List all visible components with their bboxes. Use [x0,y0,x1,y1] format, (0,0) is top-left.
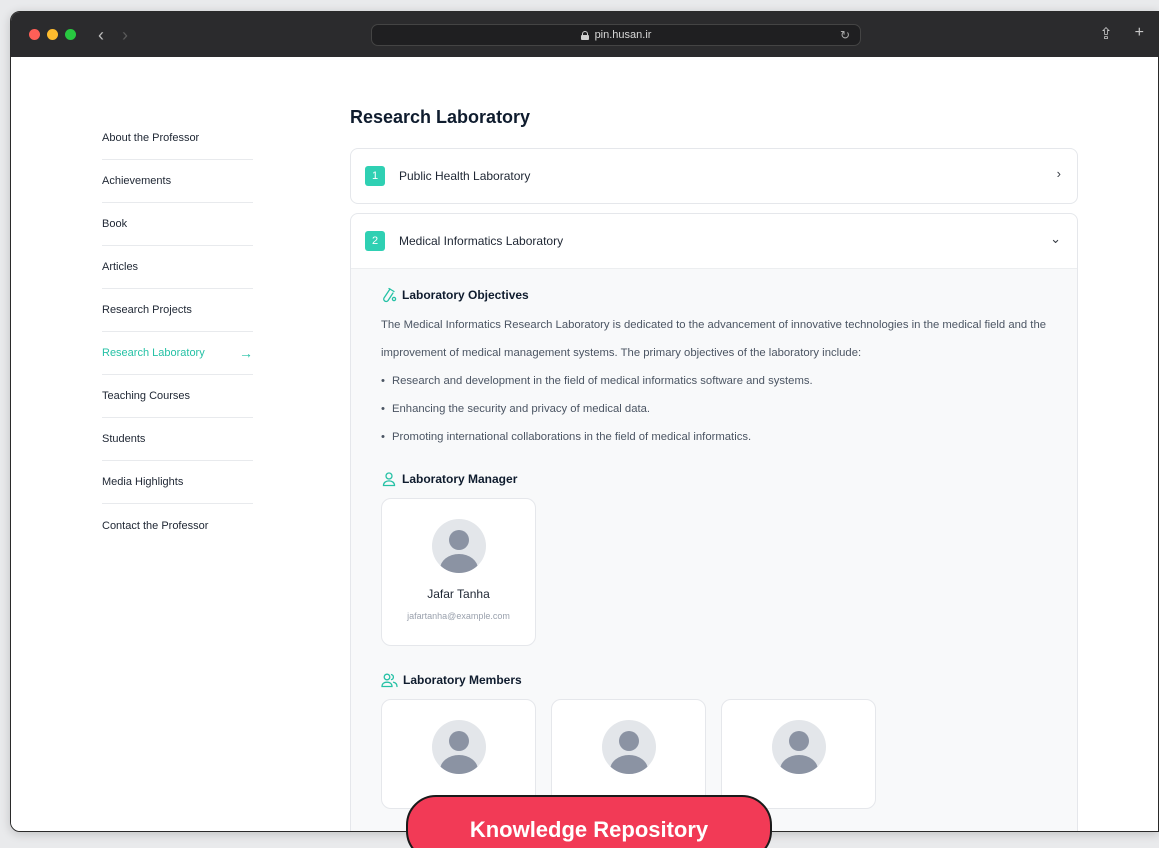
page-title: Research Laboratory [350,107,531,127]
sidebar-item-label: Research Projects [102,304,192,316]
lab-number-badge: 1 [365,166,385,186]
lab-name: Public Health Laboratory [399,169,531,183]
toolbar-right: ⇪ + [1099,24,1144,44]
objectives-heading-text: Laboratory Objectives [402,288,529,302]
members-list [381,699,1047,809]
sidebar-item-contact[interactable]: Contact the Professor [102,504,253,547]
avatar-body-shape [609,755,648,774]
avatar-body-shape [439,755,478,774]
avatar [431,519,486,573]
sidebar-item-label: Students [102,433,146,445]
lab-accordion-body: Laboratory Objectives The Medical Inform… [351,268,1077,831]
lock-icon [580,30,589,40]
chevron-down-icon: ⌄ [1050,231,1061,246]
test-tube-icon [383,287,397,303]
avatar-head-shape [788,731,809,751]
members-heading: Laboratory Members [381,672,1047,688]
users-icon [381,673,398,688]
sidebar-item-label: Research Laboratory [102,347,205,359]
lab-name: Medical Informatics Laboratory [399,234,564,248]
list-item: Enhancing the security and privacy of me… [381,395,1047,423]
lab-accordion-item: 1 Public Health Laboratory › [350,148,1078,204]
window-controls [29,29,76,40]
sidebar-item-research-projects[interactable]: Research Projects [102,289,253,332]
manager-heading: Laboratory Manager [381,471,1047,487]
sidebar-item-label: Contact the Professor [102,519,209,532]
badge-label: Knowledge Repository [469,817,709,842]
sidebar-item-research-laboratory[interactable]: Research Laboratory → [102,332,253,375]
new-tab-icon[interactable]: + [1135,24,1144,44]
minimize-window-button[interactable] [47,29,58,40]
knowledge-repository-badge: Knowledge Repository [406,795,772,848]
sidebar-item-label: Achievements [102,175,172,187]
sidebar-nav: About the Professor Achievements Book Ar… [102,117,253,547]
member-card[interactable] [551,699,706,809]
sidebar-item-achievements[interactable]: Achievements [102,160,253,203]
avatar-body-shape [779,755,818,774]
browser-window: ‹ › pin.husan.ir ↻ ⇪ + About the Profess… [10,11,1159,832]
manager-card[interactable]: Jafar Tanha jafartanha@example.com [381,498,536,646]
url-text: pin.husan.ir [594,29,652,41]
back-icon[interactable]: ‹ [98,26,104,44]
chevron-right-icon: › [1056,166,1061,181]
manager-name: Jafar Tanha [427,587,490,601]
list-item: Research and development in the field of… [381,367,1047,395]
sidebar-item-book[interactable]: Book [102,203,253,246]
avatar-head-shape [448,530,469,550]
manager-email[interactable]: jafartanha@example.com [407,611,510,621]
sidebar-item-label: Book [102,218,128,230]
lab-accordion-header[interactable]: 1 Public Health Laboratory › [351,149,1077,203]
sidebar-item-label: About the Professor [102,132,200,144]
member-card[interactable] [721,699,876,809]
avatar-head-shape [618,731,639,751]
forward-icon[interactable]: › [122,26,128,44]
objectives-list: Research and development in the field of… [381,367,1047,451]
sidebar-item-teaching-courses[interactable]: Teaching Courses [102,375,253,418]
reload-icon[interactable]: ↻ [840,28,850,42]
maximize-window-button[interactable] [65,29,76,40]
browser-titlebar: ‹ › pin.husan.ir ↻ ⇪ + [11,12,1158,57]
user-icon [382,472,396,487]
avatar-head-shape [448,731,469,751]
list-item: Promoting international collaborations i… [381,423,1047,451]
lab-accordion-item: 2 Medical Informatics Laboratory ⌄ Labor… [350,213,1078,831]
avatar [771,720,826,774]
avatar [601,720,656,774]
main-content: Research Laboratory 1 Public Health Labo… [350,107,1078,831]
members-heading-text: Laboratory Members [403,673,522,687]
close-window-button[interactable] [29,29,40,40]
address-bar[interactable]: pin.husan.ir ↻ [371,24,861,46]
manager-heading-text: Laboratory Manager [402,472,518,486]
sidebar-item-label: Media Highlights [102,476,184,488]
avatar [431,720,486,774]
objectives-heading: Laboratory Objectives [381,287,1047,303]
page-content: About the Professor Achievements Book Ar… [11,57,1158,831]
sidebar-item-media-highlights[interactable]: Media Highlights [102,461,253,504]
avatar-body-shape [439,554,478,573]
sidebar-item-label: Articles [102,261,139,273]
lab-accordion-header[interactable]: 2 Medical Informatics Laboratory ⌄ [351,214,1077,268]
sidebar-item-label: Teaching Courses [102,390,191,402]
sidebar-item-about[interactable]: About the Professor [102,117,253,160]
lab-number-badge: 2 [365,231,385,251]
objectives-paragraph: The Medical Informatics Research Laborat… [381,319,1047,359]
sidebar-item-articles[interactable]: Articles [102,246,253,289]
share-icon[interactable]: ⇪ [1099,24,1112,44]
arrow-right-icon: → [239,345,253,361]
member-card[interactable] [381,699,536,809]
sidebar-item-students[interactable]: Students [102,418,253,461]
